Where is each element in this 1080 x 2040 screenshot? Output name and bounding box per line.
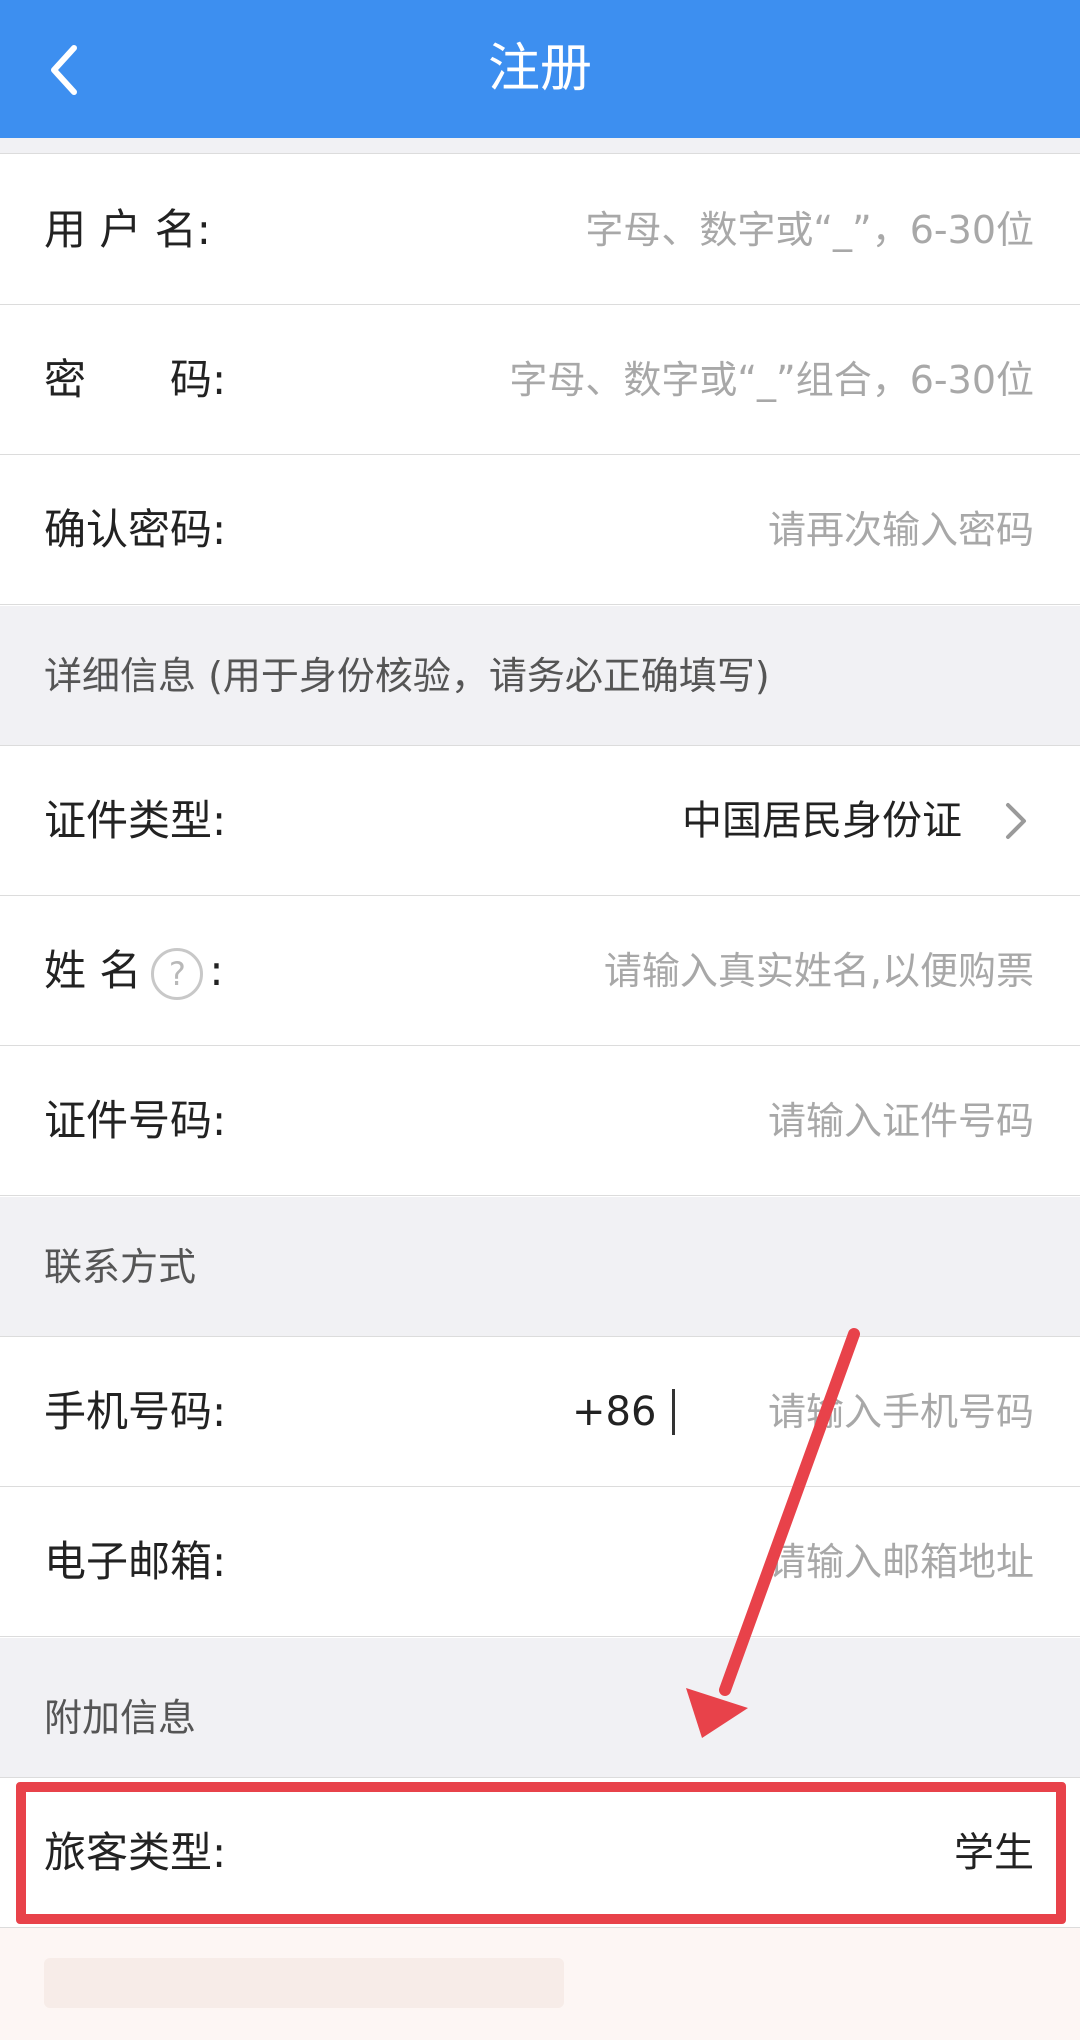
bottom-area xyxy=(0,1928,1080,2040)
help-circle-icon[interactable]: ? xyxy=(151,947,204,1000)
id-number-label: 证件号码: xyxy=(44,1096,227,1145)
details-section-title: 详细信息 (用于身份核验，请务必正确填写) xyxy=(44,654,770,698)
passenger-type-label: 旅客类型: xyxy=(44,1828,227,1877)
username-row: 用 户 名: xyxy=(0,155,1080,305)
page-title: 注册 xyxy=(487,39,592,99)
confirm-password-row: 确认密码: xyxy=(0,455,1080,605)
phone-row: 手机号码: +86 xyxy=(0,1337,1080,1487)
password-input[interactable] xyxy=(394,345,1034,415)
chevron-right-icon xyxy=(1006,803,1026,839)
contact-section-title: 联系方式 xyxy=(44,1245,197,1289)
navigation-bar: 注册 xyxy=(0,0,1080,138)
name-row: 姓 名?: xyxy=(0,896,1080,1046)
name-label: 姓 名 xyxy=(44,946,142,995)
id-type-label: 证件类型: xyxy=(44,796,227,845)
blurred-content xyxy=(44,1958,564,2008)
username-input[interactable] xyxy=(394,195,1034,265)
name-label-group: 姓 名?: xyxy=(44,896,224,1046)
email-input[interactable] xyxy=(394,1527,1034,1597)
details-section-header: 详细信息 (用于身份核验，请务必正确填写) xyxy=(0,606,1080,746)
username-label: 用 户 名: xyxy=(44,205,211,254)
confirm-password-input[interactable] xyxy=(394,495,1034,565)
phone-divider xyxy=(672,1389,675,1435)
passenger-type-row[interactable]: 旅客类型: 学生 xyxy=(0,1778,1080,1928)
email-label: 电子邮箱: xyxy=(44,1537,227,1586)
id-type-value[interactable]: 中国居民身份证 xyxy=(682,746,962,896)
extra-section-title: 附加信息 xyxy=(44,1696,197,1740)
id-type-row[interactable]: 证件类型: 中国居民身份证 xyxy=(0,746,1080,896)
password-row: 密 码: xyxy=(0,305,1080,455)
contact-section-header: 联系方式 xyxy=(0,1197,1080,1337)
email-row: 电子邮箱: xyxy=(0,1487,1080,1637)
id-number-row: 证件号码: xyxy=(0,1046,1080,1196)
passenger-type-value[interactable]: 学生 xyxy=(954,1778,1034,1928)
phone-country-code[interactable]: +86 xyxy=(572,1337,656,1487)
id-number-input[interactable] xyxy=(394,1086,1034,1156)
password-label: 密 码: xyxy=(44,355,227,404)
confirm-password-label: 确认密码: xyxy=(44,505,227,554)
phone-input[interactable] xyxy=(694,1377,1034,1447)
name-label-colon: : xyxy=(209,946,224,995)
phone-label: 手机号码: xyxy=(44,1387,227,1436)
extra-section-header: 附加信息 xyxy=(0,1638,1080,1778)
top-spacer xyxy=(0,138,1080,154)
real-name-input[interactable] xyxy=(394,936,1034,1006)
